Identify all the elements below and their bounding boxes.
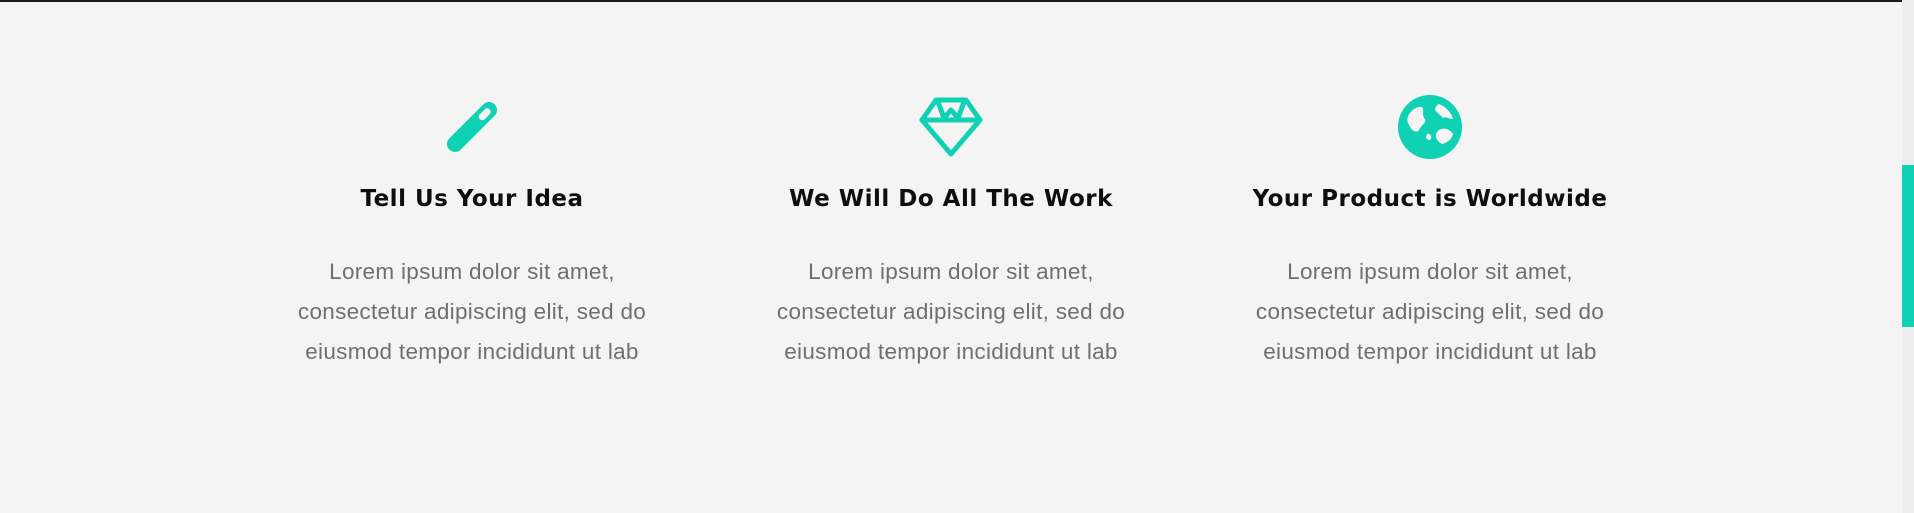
feature-title: Your Product is Worldwide <box>1252 186 1608 212</box>
feature-description: Lorem ipsum dolor sit amet, consectetur … <box>1255 259 1605 364</box>
feature-description: Lorem ipsum dolor sit amet, consectetur … <box>297 259 647 364</box>
feature-card-work: We Will Do All The Work Lorem ipsum dolo… <box>741 92 1161 372</box>
feature-card-idea: Tell Us Your Idea Lorem ipsum dolor sit … <box>262 92 682 372</box>
feature-card-worldwide: Your Product is Worldwide Lorem ipsum do… <box>1220 92 1640 372</box>
feature-title: Tell Us Your Idea <box>360 186 584 212</box>
feature-description: Lorem ipsum dolor sit amet, consectetur … <box>776 259 1126 364</box>
features-row: Tell Us Your Idea Lorem ipsum dolor sit … <box>0 2 1914 513</box>
diamond-icon <box>916 92 986 162</box>
magic-wand-icon <box>437 92 507 162</box>
features-section: Tell Us Your Idea Lorem ipsum dolor sit … <box>0 2 1914 513</box>
globe-icon <box>1395 92 1465 162</box>
scrollbar-thumb[interactable] <box>1902 165 1914 327</box>
feature-title: We Will Do All The Work <box>789 186 1113 212</box>
scrollbar-track[interactable] <box>1902 0 1914 513</box>
